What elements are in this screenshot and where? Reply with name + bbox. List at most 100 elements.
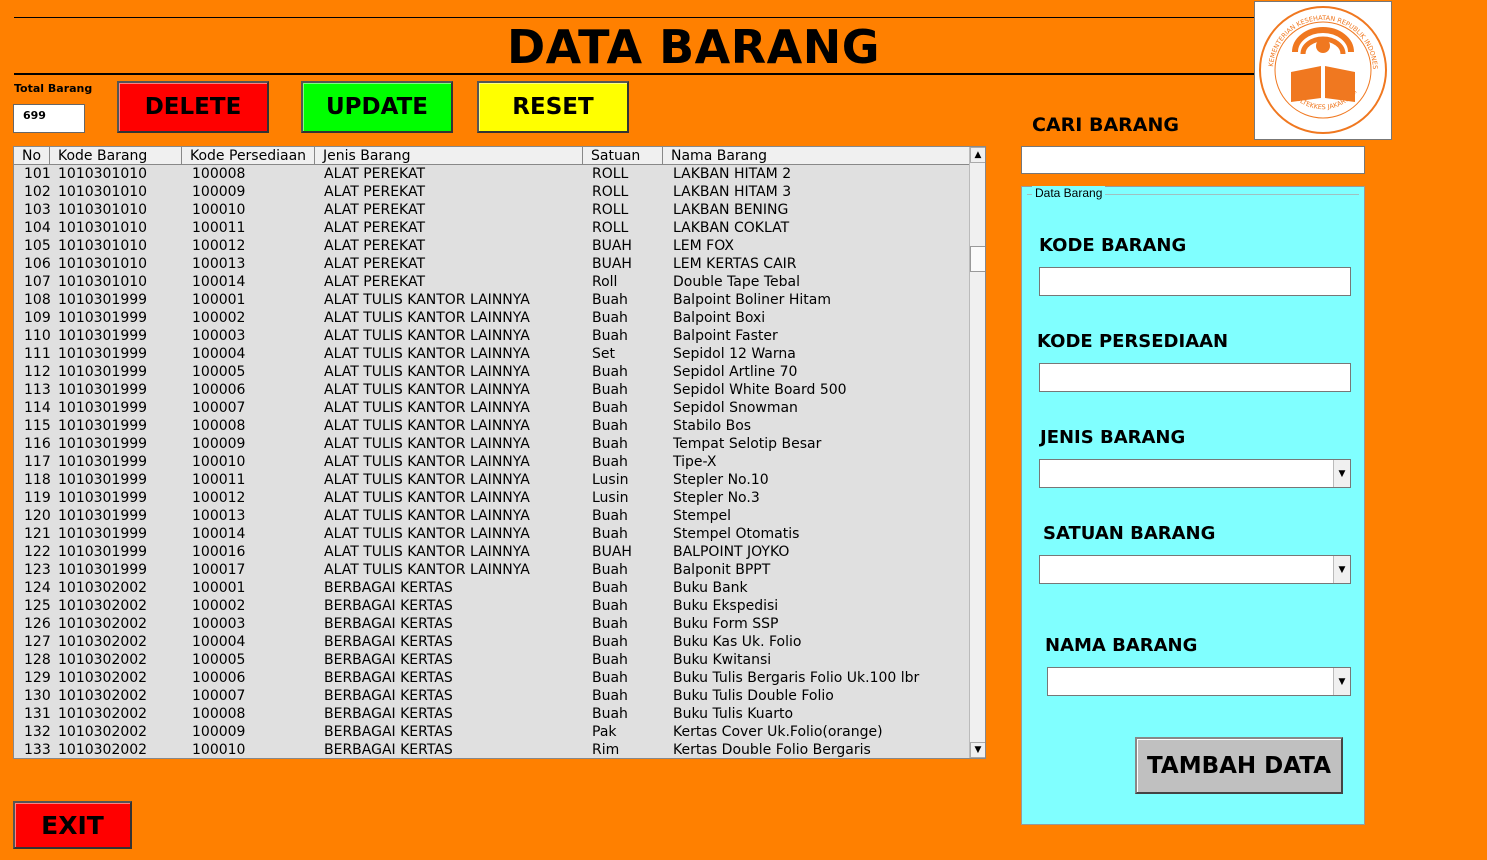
table-cell: 100013 (192, 508, 246, 524)
table-row[interactable]: 125 1010302002 100002 BERBAGAI KERTAS Buah Bu… (14, 597, 969, 615)
table-cell: Balponit BPPT (673, 562, 771, 578)
scroll-down-icon[interactable]: ▼ (970, 742, 985, 758)
table-row[interactable]: 110 1010301999 100003 ALAT TULIS KANTOR LAI… (14, 327, 969, 345)
table-cell: ROLL (592, 184, 629, 200)
table-cell: Stepler No.10 (673, 472, 769, 488)
table-cell: 1010302002 (58, 688, 148, 704)
table-cell: 100008 (192, 418, 246, 434)
table-row[interactable]: 122 1010301999 100016 ALAT TULIS KANTOR LAI… (14, 543, 969, 561)
chevron-down-icon[interactable]: ▼ (1333, 460, 1350, 487)
table-cell: LAKBAN HITAM 3 (673, 184, 792, 200)
list-header: No Kode Barang Kode Persediaan Jenis Bar… (14, 147, 969, 165)
table-cell: 118 (24, 472, 51, 488)
table-cell: Balpoint Faster (673, 328, 778, 344)
tambah-data-button[interactable]: TAMBAH DATA (1135, 737, 1343, 794)
column-header-kode-persediaan[interactable]: Kode Persediaan (182, 147, 315, 164)
table-row[interactable]: 116 1010301999 100009 ALAT TULIS KANTOR LAI… (14, 435, 969, 453)
table-row[interactable]: 120 1010301999 100013 ALAT TULIS KANTOR LAI… (14, 507, 969, 525)
table-row[interactable]: 131 1010302002 100008 BERBAGAI KERTAS Buah Bu… (14, 705, 969, 723)
table-cell: 100004 (192, 346, 246, 362)
table-row[interactable]: 105 1010301010 100012 ALAT PEREKAT BUAH LEM F… (14, 237, 969, 255)
table-cell: Rim (592, 742, 620, 758)
table-row[interactable]: 133 1010302002 100010 BERBAGAI KERTAS Rim Ker… (14, 741, 969, 758)
chevron-down-icon[interactable]: ▼ (1333, 668, 1350, 695)
table-row[interactable]: 128 1010302002 100005 BERBAGAI KERTAS Buah Bu… (14, 651, 969, 669)
table-row[interactable]: 111 1010301999 100004 ALAT TULIS KANTOR LAI… (14, 345, 969, 363)
table-row[interactable]: 103 1010301010 100010 ALAT PEREKAT ROLL LAKBA… (14, 201, 969, 219)
reset-button[interactable]: RESET (477, 81, 629, 133)
table-row[interactable]: 127 1010302002 100004 BERBAGAI KERTAS Buah Bu… (14, 633, 969, 651)
table-cell: 116 (24, 436, 51, 452)
table-row[interactable]: 101 1010301010 100008 ALAT PEREKAT ROLL LAKBA… (14, 165, 969, 183)
table-row[interactable]: 132 1010302002 100009 BERBAGAI KERTAS Pak Ker… (14, 723, 969, 741)
table-cell: 111 (24, 346, 51, 362)
table-row[interactable]: 126 1010302002 100003 BERBAGAI KERTAS Buah Bu… (14, 615, 969, 633)
table-row[interactable]: 112 1010301999 100005 ALAT TULIS KANTOR LAI… (14, 363, 969, 381)
table-cell: 100003 (192, 328, 246, 344)
nama-barang-dropdown[interactable]: ▼ (1047, 667, 1351, 696)
table-row[interactable]: 117 1010301999 100010 ALAT TULIS KANTOR LAI… (14, 453, 969, 471)
table-cell: 127 (24, 634, 51, 650)
table-row[interactable]: 108 1010301999 100001 ALAT TULIS KANTOR LAI… (14, 291, 969, 309)
table-row[interactable]: 118 1010301999 100011 ALAT TULIS KANTOR LAI… (14, 471, 969, 489)
table-cell: 100003 (192, 616, 246, 632)
table-cell: BERBAGAI KERTAS (324, 670, 453, 686)
satuan-barang-dropdown[interactable]: ▼ (1039, 555, 1351, 584)
jenis-barang-dropdown[interactable]: ▼ (1039, 459, 1351, 488)
table-cell: 100009 (192, 436, 246, 452)
data-barang-listbox[interactable]: No Kode Barang Kode Persediaan Jenis Bar… (13, 146, 986, 759)
column-header-jenis-barang[interactable]: Jenis Barang (315, 147, 583, 164)
table-row[interactable]: 115 1010301999 100008 ALAT TULIS KANTOR LAI… (14, 417, 969, 435)
table-cell: ROLL (592, 166, 629, 182)
table-row[interactable]: 102 1010301010 100009 ALAT PEREKAT ROLL LAKBA… (14, 183, 969, 201)
update-button[interactable]: UPDATE (301, 81, 453, 133)
table-cell: Stempel Otomatis (673, 526, 800, 542)
table-row[interactable]: 130 1010302002 100007 BERBAGAI KERTAS Buah Bu… (14, 687, 969, 705)
table-cell: 1010301999 (58, 508, 148, 524)
table-row[interactable]: 124 1010302002 100001 BERBAGAI KERTAS Buah Bu… (14, 579, 969, 597)
column-header-kode-barang[interactable]: Kode Barang (50, 147, 182, 164)
exit-button[interactable]: EXIT (13, 801, 132, 849)
table-row[interactable]: 106 1010301010 100013 ALAT PEREKAT BUAH LEM K… (14, 255, 969, 273)
table-row[interactable]: 119 1010301999 100012 ALAT TULIS KANTOR LAI… (14, 489, 969, 507)
table-cell: Roll (592, 274, 618, 290)
table-row[interactable]: 107 1010301010 100014 ALAT PEREKAT Roll Doubl… (14, 273, 969, 291)
vertical-scrollbar[interactable]: ▲ ▼ (969, 147, 985, 758)
column-header-no[interactable]: No (14, 147, 50, 164)
table-cell: 100014 (192, 274, 246, 290)
table-cell: ALAT PEREKAT (324, 256, 426, 272)
poltekkes-emblem-icon: KEMENTERIAN KESEHATAN REPUBLIK INDONESIA… (1253, 0, 1387, 134)
table-cell: ALAT TULIS KANTOR LAINNYA (324, 382, 530, 398)
table-row[interactable]: 121 1010301999 100014 ALAT TULIS KANTOR LAI… (14, 525, 969, 543)
table-cell: ALAT TULIS KANTOR LAINNYA (324, 418, 530, 434)
cari-barang-label: CARI BARANG (1032, 114, 1179, 136)
table-row[interactable]: 113 1010301999 100006 ALAT TULIS KANTOR LAI… (14, 381, 969, 399)
table-row[interactable]: 104 1010301010 100011 ALAT PEREKAT ROLL LAKBA… (14, 219, 969, 237)
table-cell: Buah (592, 382, 628, 398)
column-header-satuan[interactable]: Satuan (583, 147, 663, 164)
table-cell: Stepler No.3 (673, 490, 760, 506)
table-cell: 100013 (192, 256, 246, 272)
table-cell: Pak (592, 724, 617, 740)
delete-button[interactable]: DELETE (117, 81, 269, 133)
table-cell: Buah (592, 436, 628, 452)
table-cell: 119 (24, 490, 51, 506)
table-cell: Double Tape Tebal (673, 274, 800, 290)
table-row[interactable]: 114 1010301999 100007 ALAT TULIS KANTOR LAI… (14, 399, 969, 417)
kode-barang-input[interactable] (1039, 267, 1351, 296)
scroll-up-icon[interactable]: ▲ (970, 147, 985, 163)
table-row[interactable]: 129 1010302002 100006 BERBAGAI KERTAS Buah Bu… (14, 669, 969, 687)
table-cell: 1010301999 (58, 400, 148, 416)
table-cell: 1010301999 (58, 490, 148, 506)
chevron-down-icon[interactable]: ▼ (1333, 556, 1350, 583)
cari-barang-input[interactable] (1021, 146, 1365, 174)
table-cell: ROLL (592, 202, 629, 218)
table-cell: 100002 (192, 598, 246, 614)
scroll-thumb[interactable] (970, 246, 985, 272)
kode-persediaan-input[interactable] (1039, 363, 1351, 392)
column-header-nama-barang[interactable]: Nama Barang (663, 147, 969, 164)
table-cell: 100009 (192, 724, 246, 740)
table-row[interactable]: 109 1010301999 100002 ALAT TULIS KANTOR LAI… (14, 309, 969, 327)
table-row[interactable]: 123 1010301999 100017 ALAT TULIS KANTOR LAI… (14, 561, 969, 579)
table-cell: Buah (592, 418, 628, 434)
